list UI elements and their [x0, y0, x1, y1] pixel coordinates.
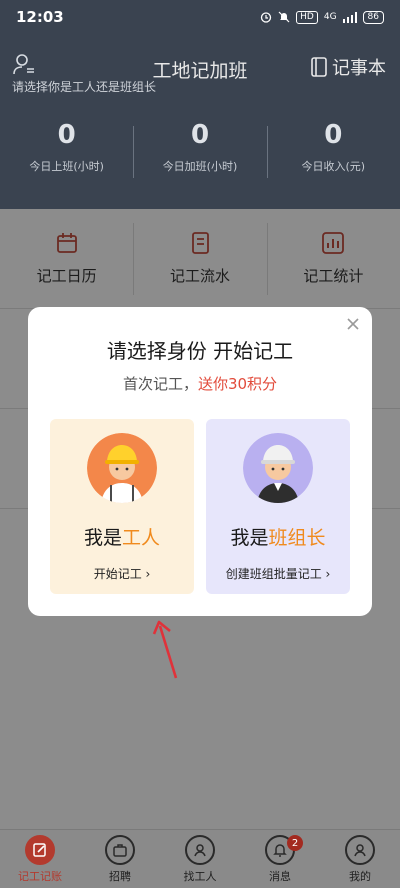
tool-stats[interactable]: 记工统计: [266, 209, 400, 308]
leader-card-title: 我是班组长: [206, 523, 350, 550]
stats-row: 0 今日上班(小时) 0 今日加班(小时) 0 今日收入(元): [0, 120, 400, 184]
ledger-icon: [192, 232, 209, 254]
tool-label: 记工日历: [36, 267, 97, 285]
tool-calendar[interactable]: 记工日历: [0, 209, 133, 308]
nav-item-find-workers[interactable]: 找工人: [160, 830, 240, 888]
card-title-prefix: 我是: [83, 527, 122, 549]
leader-card[interactable]: 我是班组长 创建班组批量记工 ›: [206, 419, 350, 594]
leader-create-team-link[interactable]: 创建班组批量记工 ›: [206, 565, 350, 582]
stat-overtime-hours: 0 今日加班(小时): [133, 120, 266, 184]
stat-label: 今日收入(元): [301, 160, 366, 173]
annotation-arrow-icon: [152, 620, 178, 679]
briefcase-icon: [105, 834, 135, 865]
worker-card-title: 我是工人: [50, 523, 194, 550]
stat-value: 0: [190, 120, 210, 150]
user-icon: [345, 834, 375, 865]
chart-icon: [322, 232, 345, 254]
leader-avatar-icon: [243, 433, 313, 503]
reward-highlight: 送你30积分: [197, 375, 278, 393]
stat-value: 0: [324, 120, 343, 150]
dialog-subtitle: 首次记工，送你30积分: [28, 373, 372, 394]
calendar-icon: [56, 233, 77, 253]
tool-label: 记工统计: [303, 267, 364, 285]
mute-icon: [278, 11, 290, 23]
tool-ledger[interactable]: 记工流水: [133, 209, 266, 308]
notebook-icon: [311, 57, 327, 77]
header: 工地记加班 请选择你是工人还是班组长 记事本 0 今日上班(小时) 0 今日加班…: [0, 34, 400, 209]
worker-card[interactable]: 我是工人 开始记工 ›: [50, 419, 194, 594]
status-bar: 12:03 HD 4G 86: [0, 0, 400, 34]
notebook-label: 记事本: [332, 58, 386, 79]
nav-item-profile[interactable]: 我的: [320, 830, 400, 888]
role-prompt-link[interactable]: 请选择你是工人还是班组长: [12, 78, 156, 95]
notebook-button[interactable]: 记事本: [310, 54, 386, 80]
stat-work-hours: 0 今日上班(小时): [0, 120, 133, 184]
nav-item-messages[interactable]: 2 消息: [240, 830, 320, 888]
nav-label: 我的: [349, 869, 371, 883]
worker-avatar: [87, 433, 157, 503]
nav-label: 记工记账: [18, 869, 62, 883]
battery-indicator: 86: [362, 10, 384, 24]
bottom-nav: 记工记账 招聘 找工人 2 消息 我的: [0, 829, 400, 888]
stat-label: 今日加班(小时): [162, 160, 238, 173]
stat-income: 0 今日收入(元): [266, 120, 400, 184]
alarm-icon: [260, 12, 272, 23]
nav-label: 招聘: [109, 869, 131, 883]
nav-item-recruit[interactable]: 招聘: [80, 830, 160, 888]
hd-badge: HD: [296, 10, 318, 24]
card-role-name: 工人: [122, 527, 161, 549]
signal-icon: [342, 11, 357, 23]
person-search-icon: [185, 834, 215, 865]
tool-label: 记工流水: [169, 267, 230, 285]
nav-item-record[interactable]: 记工记账: [0, 830, 80, 888]
worker-avatar-icon: [87, 433, 157, 503]
tools-row: 记工日历 记工流水 记工统计: [0, 209, 400, 309]
card-role-name: 班组长: [268, 527, 326, 549]
stat-label: 今日上班(小时): [29, 160, 104, 173]
worker-start-link[interactable]: 开始记工 ›: [50, 565, 194, 582]
status-time: 12:03: [16, 8, 64, 26]
card-title-prefix: 我是: [230, 527, 269, 549]
subtitle-prefix: 首次记工，: [122, 375, 198, 393]
leader-avatar: [243, 433, 313, 503]
status-icons: HD 4G 86: [260, 10, 384, 24]
close-icon[interactable]: [344, 315, 362, 333]
message-count-badge: 2: [287, 835, 303, 851]
nav-label: 找工人: [183, 869, 217, 883]
role-select-dialog: 请选择身份 开始记工 首次记工，送你30积分 我是工人 开始记工 › 我是班组长…: [28, 307, 372, 616]
nav-label: 消息: [269, 869, 291, 883]
edit-icon: [25, 834, 55, 865]
dialog-title: 请选择身份 开始记工: [106, 339, 294, 363]
network-label: 4G: [323, 12, 337, 22]
stat-value: 0: [57, 120, 76, 150]
